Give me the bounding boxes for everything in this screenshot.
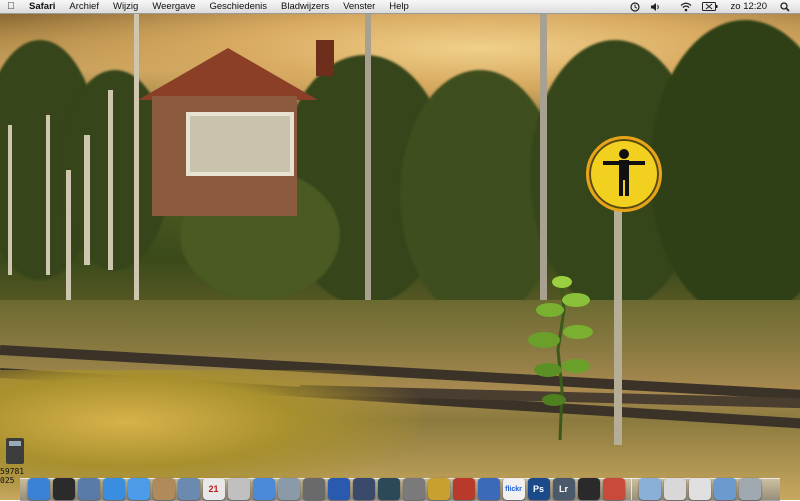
wifi-icon[interactable] bbox=[666, 0, 697, 13]
wallpaper-sign-post bbox=[614, 205, 622, 445]
ical-label: 21 bbox=[208, 484, 219, 494]
dashboard-icon[interactable] bbox=[52, 478, 75, 500]
menu-extras: zo 12:20 bbox=[625, 0, 800, 13]
itunes-icon[interactable] bbox=[252, 478, 275, 500]
volume-icon[interactable] bbox=[645, 0, 666, 13]
utility-icon[interactable] bbox=[302, 478, 325, 500]
menu-clock[interactable]: zo 12:20 bbox=[723, 1, 775, 12]
applications-folder-icon[interactable] bbox=[638, 478, 661, 500]
mail-icon[interactable] bbox=[177, 478, 200, 500]
apple-icon[interactable]:  bbox=[0, 1, 22, 12]
wallpaper-plant bbox=[528, 274, 593, 440]
wallpaper-pole bbox=[46, 115, 50, 275]
ical-icon[interactable]: 21 bbox=[202, 478, 225, 500]
aperture-icon[interactable] bbox=[577, 478, 600, 500]
photo-stack-icon[interactable] bbox=[602, 478, 625, 500]
time-machine-icon[interactable] bbox=[377, 478, 400, 500]
wallpaper-pole bbox=[365, 14, 371, 314]
wallpaper-pole bbox=[134, 14, 139, 304]
itunes-photo-icon[interactable] bbox=[227, 478, 250, 500]
time-machine-icon[interactable] bbox=[625, 0, 645, 13]
pictures-icon[interactable] bbox=[713, 478, 736, 500]
widget-line-1: 59781 bbox=[0, 467, 25, 476]
menu-wijzig[interactable]: Wijzig bbox=[106, 1, 145, 12]
wallpaper-pole bbox=[8, 125, 12, 275]
calculator-icon bbox=[6, 438, 24, 464]
wallpaper-pole bbox=[84, 135, 90, 265]
menu-archief[interactable]: Archief bbox=[62, 1, 106, 12]
wallpaper-house-window bbox=[186, 112, 294, 176]
wallpaper-chimney bbox=[316, 40, 334, 76]
spaces-icon[interactable] bbox=[352, 478, 375, 500]
dvd-player-icon[interactable] bbox=[327, 478, 350, 500]
battery-icon[interactable] bbox=[697, 0, 723, 13]
wallpaper-pole bbox=[540, 14, 547, 314]
photo-booth-icon[interactable] bbox=[477, 478, 500, 500]
wallpaper-house-roof bbox=[138, 48, 318, 100]
flickr-label: flickr bbox=[505, 485, 522, 493]
photoshop-label: Ps bbox=[532, 484, 544, 494]
menu-geschiedenis[interactable]: Geschiedenis bbox=[202, 1, 274, 12]
menu-help[interactable]: Help bbox=[382, 1, 416, 12]
documents-icon[interactable] bbox=[688, 478, 711, 500]
menu-venster[interactable]: Venster bbox=[336, 1, 382, 12]
menu-bladwijzers[interactable]: Bladwijzers bbox=[274, 1, 336, 12]
person-pictogram-icon bbox=[603, 149, 645, 196]
menu-weergave[interactable]: Weergave bbox=[145, 1, 202, 12]
desktop-wallpaper bbox=[0, 0, 800, 500]
address-book-icon[interactable] bbox=[152, 478, 175, 500]
photoshop-icon[interactable]: Ps bbox=[527, 478, 550, 500]
downloads-icon[interactable] bbox=[663, 478, 686, 500]
dock: 21 flickr Ps Lr bbox=[26, 462, 786, 500]
safari-icon[interactable] bbox=[102, 478, 125, 500]
preview-icon[interactable] bbox=[77, 478, 100, 500]
wallpaper-sign bbox=[586, 136, 662, 212]
spotlight-icon[interactable] bbox=[775, 0, 800, 13]
menu-bar:  Safari Archief Wijzig Weergave Geschie… bbox=[0, 0, 800, 14]
lightroom-label: Lr bbox=[559, 484, 568, 494]
tools-icon[interactable] bbox=[427, 478, 450, 500]
menu-app-name[interactable]: Safari bbox=[22, 1, 62, 12]
iphoto-icon[interactable] bbox=[277, 478, 300, 500]
lightroom-icon[interactable]: Lr bbox=[552, 478, 575, 500]
ichat-icon[interactable] bbox=[127, 478, 150, 500]
image-capture-icon[interactable] bbox=[402, 478, 425, 500]
trash-icon[interactable] bbox=[738, 478, 761, 500]
front-row-icon[interactable] bbox=[452, 478, 475, 500]
wallpaper-pole bbox=[66, 170, 71, 300]
finder-icon[interactable] bbox=[27, 478, 50, 500]
dock-separator bbox=[631, 478, 632, 500]
wallpaper-pole bbox=[108, 90, 113, 270]
widget-line-2: 025 bbox=[0, 476, 15, 485]
flickr-icon[interactable]: flickr bbox=[502, 478, 525, 500]
